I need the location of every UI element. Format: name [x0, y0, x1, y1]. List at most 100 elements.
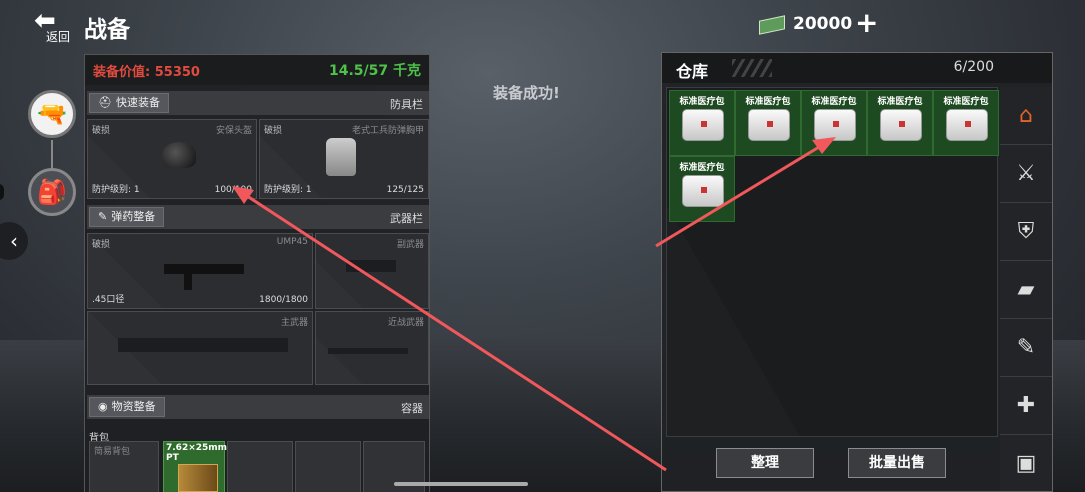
gun-durability: 1800/1800 — [259, 295, 308, 305]
item-name: 标准医疗包 — [679, 163, 725, 173]
gun-caliber: .45口径 — [92, 295, 125, 305]
vest-image — [326, 138, 356, 176]
vest-slot[interactable]: 破损 老式工兵防弹胸甲 防护级别: 1 125/125 — [259, 119, 429, 199]
supply-icon: ◉ — [98, 400, 108, 413]
bag-cell[interactable] — [295, 441, 361, 492]
category-ammo[interactable]: ▰ — [1000, 261, 1052, 319]
backpack-slot[interactable]: 简易背包 — [89, 441, 159, 492]
supply-equip-button[interactable]: ◉ 物资整备 — [89, 397, 165, 417]
item-name: 标准医疗包 — [679, 97, 725, 107]
item-name: 标准医疗包 — [943, 97, 989, 107]
box-icon: ▣ — [1015, 451, 1037, 476]
category-weapons[interactable]: ⚔ — [1000, 145, 1052, 203]
warehouse-grid: 标准医疗包 标准医疗包 标准医疗包 标准医疗包 标准医疗包 标准医疗包 — [666, 87, 999, 437]
secondary-label: 副武器 — [396, 240, 424, 250]
home-icon: ⌂ — [1019, 103, 1033, 128]
tab-connector — [51, 140, 53, 168]
container-section-header: ◉ 物资整备 容器 — [87, 395, 429, 419]
item-name: 标准医疗包 — [877, 97, 923, 107]
secondary-weapon-slot[interactable]: 副武器 — [315, 233, 429, 309]
weight-display: 14.5/57 千克 — [328, 63, 421, 79]
medkit-item[interactable]: 标准医疗包 — [867, 90, 933, 156]
equip-success-message: 装备成功! — [493, 84, 560, 102]
quick-equip-label: 快速装备 — [115, 96, 160, 109]
ammo-icon: ✎ — [98, 210, 108, 223]
page-title: 战备 — [84, 17, 130, 43]
warehouse-panel: 仓库 6/200 标准医疗包 标准医疗包 标准医疗包 标准医疗包 标准医疗包 标… — [661, 52, 1053, 492]
armor-section-label: 防具栏 — [390, 98, 423, 111]
sort-button[interactable]: 整理 — [716, 448, 814, 478]
pistol-icon: 🔫 — [37, 100, 67, 128]
currency-amount: 20000 — [793, 14, 853, 34]
vest-durability: 125/125 — [386, 185, 424, 195]
category-attachments[interactable]: ✎ — [1000, 319, 1052, 377]
smg-magazine — [184, 272, 192, 290]
category-misc[interactable]: ▣ — [1000, 435, 1052, 492]
item-name: 标准医疗包 — [745, 97, 791, 107]
medkit-item[interactable]: 标准医疗包 — [801, 90, 867, 156]
melee-label: 近战武器 — [387, 318, 424, 328]
ammo-item-name: 7.62×25mm PT — [166, 443, 228, 463]
gun-status: 破损 — [92, 240, 111, 250]
pistol-placeholder — [346, 260, 396, 272]
vest-level: 防护级别: 1 — [264, 185, 312, 195]
category-medical[interactable]: ✚ — [1000, 377, 1052, 435]
tab-backpack[interactable]: 🎒 — [28, 168, 76, 216]
vest-icon: ⛨ — [1017, 219, 1035, 244]
warehouse-title: 仓库 — [676, 62, 709, 81]
bulk-sell-button[interactable]: 批量出售 — [848, 448, 946, 478]
back-button[interactable]: ⬅ 返回 — [34, 8, 78, 44]
medkit-icon — [880, 109, 922, 141]
medkit-icon — [748, 109, 790, 141]
medical-icon: ✚ — [1016, 393, 1036, 418]
medkit-icon — [946, 109, 988, 141]
tab-weapon[interactable]: 🔫 — [28, 90, 76, 138]
gun-name: UMP45 — [276, 237, 308, 247]
cash-icon — [759, 15, 785, 35]
header-stripes — [732, 59, 772, 77]
category-home[interactable]: ⌂ — [1000, 87, 1052, 145]
helmet-icon: ⛑ — [98, 96, 112, 109]
add-currency-button[interactable]: + — [855, 9, 878, 37]
equipment-value: 装备价值: 55350 — [93, 65, 200, 80]
medkit-item[interactable]: 标准医疗包 — [669, 90, 735, 156]
category-sidebar: ⌂ ⚔ ⛨ ▰ ✎ ✚ ▣ — [1000, 87, 1052, 491]
ammo-equip-button[interactable]: ✎ 弹药整备 — [89, 207, 165, 227]
helmet-durability: 100/100 — [214, 185, 252, 195]
helmet-name: 安保头盔 — [215, 126, 252, 136]
item-name: 标准医疗包 — [811, 97, 857, 107]
armor-section-header: ⛑ 快速装备 防具栏 — [87, 91, 429, 115]
supply-equip-label: 物资整备 — [111, 400, 156, 413]
bag-cell[interactable] — [227, 441, 293, 492]
main-weapon-slot[interactable]: 主武器 — [87, 311, 313, 385]
weapon-section-header: ✎ 弹药整备 武器栏 — [87, 205, 429, 229]
ammo-item-slot[interactable]: 7.62×25mm PT — [163, 441, 228, 492]
rifle-icon: ⚔ — [1016, 161, 1036, 186]
helmet-slot[interactable]: 破损 安保头盔 防护级别: 1 100/100 — [87, 119, 257, 199]
collapse-button[interactable]: ‹ — [0, 222, 28, 260]
primary-gun-slot[interactable]: 破损 UMP45 .45口径 1800/1800 — [87, 233, 313, 309]
medkit-icon — [682, 109, 724, 141]
knife-placeholder — [328, 348, 408, 354]
medkit-icon — [814, 109, 856, 141]
backpack-item-name: 简易背包 — [94, 447, 131, 457]
melee-weapon-slot[interactable]: 近战武器 — [315, 311, 429, 385]
equipment-panel: 装备价值: 55350 14.5/57 千克 ⛑ 快速装备 防具栏 破损 安保头盔… — [84, 54, 430, 492]
smg-image — [164, 264, 244, 274]
equipment-header: 装备价值: 55350 14.5/57 千克 — [85, 55, 429, 85]
vest-name: 老式工兵防弹胸甲 — [351, 126, 424, 136]
vest-status: 破损 — [264, 126, 283, 136]
quick-equip-button[interactable]: ⛑ 快速装备 — [89, 93, 169, 113]
home-indicator — [394, 482, 528, 486]
helmet-status: 破损 — [92, 126, 111, 136]
category-armor[interactable]: ⛨ — [1000, 203, 1052, 261]
attachment-icon: ✎ — [1016, 335, 1036, 360]
medkit-item[interactable]: 标准医疗包 — [933, 90, 999, 156]
edge-indicator — [0, 184, 4, 200]
helmet-image — [162, 142, 196, 168]
medkit-item[interactable]: 标准医疗包 — [669, 156, 735, 222]
ammo-box-image — [178, 464, 218, 492]
medkit-icon — [682, 175, 724, 207]
medkit-item[interactable]: 标准医疗包 — [735, 90, 801, 156]
rifle-placeholder — [118, 338, 288, 352]
